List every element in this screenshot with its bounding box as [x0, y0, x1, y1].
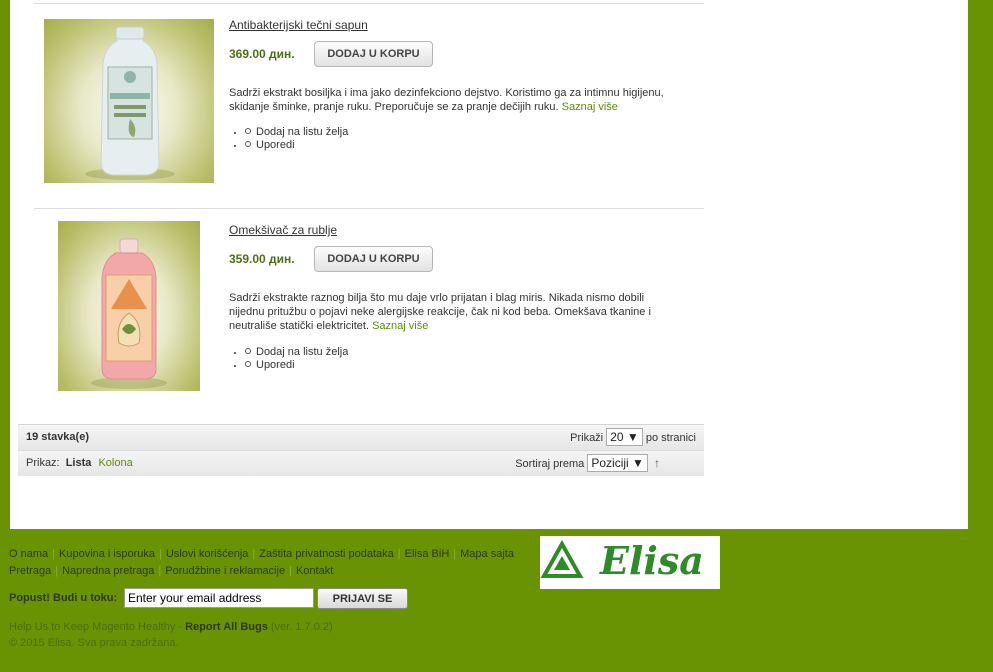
per-page-label: po stranici — [645, 432, 696, 444]
newsletter-email-input[interactable] — [124, 588, 314, 608]
item-count: 19 stavka(e) — [26, 431, 89, 443]
footer-link[interactable]: O nama — [9, 548, 48, 560]
add-to-wishlist-link[interactable]: Dodaj na listu želja — [256, 346, 348, 358]
add-to-cart-button[interactable]: DODAJ U KORPU — [314, 41, 433, 67]
footer-link[interactable]: Porudžbine i reklamacije — [165, 565, 285, 577]
limiter: Prikaži 20 ▼ po stranici — [570, 428, 696, 446]
bug-report-text: Help Us to Keep Magento Healthy - — [9, 621, 183, 633]
bug-report: Help Us to Keep Magento Healthy - Report… — [9, 621, 333, 633]
sort-direction-icon[interactable]: ↑ — [654, 456, 660, 470]
separator: | — [55, 565, 59, 577]
limiter-label: Prikaži — [570, 432, 604, 444]
footer-link[interactable]: Kontakt — [296, 565, 333, 577]
product-item: Omekšivač za rublje 359.00 дин. DODAJ U … — [34, 208, 704, 415]
logo-text: Elisa — [600, 538, 704, 583]
read-more-link[interactable]: Saznaj više — [562, 101, 618, 113]
circle-bullet-icon — [245, 128, 251, 134]
subscribe-button[interactable]: PRIJAVI SE — [317, 588, 408, 609]
limit-value: 20 — [610, 430, 624, 444]
product-name-link[interactable]: Antibakterijski tečni sapun — [229, 18, 368, 32]
list-item: Uporedi — [245, 359, 348, 372]
product-price: 369.00 дин. — [229, 47, 295, 61]
product-description: Sadrži ekstrakte raznog bilja što mu daj… — [229, 291, 669, 333]
footer-link[interactable]: Napredna pretraga — [62, 565, 154, 577]
dropdown-arrow-icon: ▼ — [632, 456, 644, 470]
view-mode-grid-link[interactable]: Kolona — [98, 457, 132, 469]
main-content-panel: Antibakterijski tečni sapun 369.00 дин. … — [10, 0, 968, 529]
list-item: Dodaj na listu želja — [245, 346, 348, 359]
pager-toolbar: 19 stavka(e) Prikaži 20 ▼ po stranici — [18, 424, 704, 450]
view-mode: Prikaz: Lista Kolona — [26, 457, 133, 469]
view-mode-label: Prikaz: — [26, 457, 60, 469]
separator: | — [159, 548, 162, 560]
sort-by-label: Sortiraj prema — [515, 458, 585, 470]
circle-bullet-icon — [245, 361, 251, 367]
product-description: Sadrži ekstrakt bosiljka i ima jako dezi… — [229, 86, 669, 114]
separator: | — [252, 548, 256, 560]
report-bugs-link[interactable]: Report All Bugs — [185, 621, 268, 633]
separator: | — [397, 548, 401, 560]
list-item: Dodaj na listu želja — [245, 126, 348, 139]
footer-link[interactable]: Zaštita privatnosti podataka — [259, 548, 394, 560]
version-text: (ver. 1.7.0.2) — [270, 621, 333, 633]
circle-bullet-icon — [245, 348, 251, 354]
separator: | — [289, 565, 292, 577]
sort-select[interactable]: Poziciji ▼ — [587, 454, 648, 472]
footer-links-row-2: Pretraga | Napredna pretraga | Porudžbine i … — [9, 563, 333, 580]
elisa-logo[interactable]: Elisa — [540, 536, 720, 589]
separator: | — [453, 548, 457, 560]
footer-link[interactable]: Uslovi korišćenja — [166, 548, 249, 560]
copyright: © 2015 Elisa. Sva prava zadržana. — [9, 637, 179, 649]
separator: | — [52, 548, 55, 560]
product-image[interactable] — [58, 221, 200, 391]
read-more-link[interactable]: Saznaj više — [372, 320, 428, 332]
product-description-text: Sadrži ekstrakte raznog bilja što mu daj… — [229, 292, 651, 332]
newsletter-label: Popust! Budi u toku: — [9, 592, 118, 604]
add-to-cart-button[interactable]: DODAJ U KORPU — [314, 246, 433, 272]
separator: | — [158, 565, 162, 577]
footer-link[interactable]: Kupovina i isporuka — [59, 548, 155, 560]
sort-value: Poziciji — [591, 456, 629, 470]
footer-links-row-1: O nama | Kupovina i isporuka | Uslovi korišć… — [9, 546, 514, 563]
product-actions-list: Dodaj na listu želja Uporedi — [229, 126, 348, 152]
compare-link[interactable]: Uporedi — [256, 139, 295, 151]
dropdown-arrow-icon: ▼ — [626, 430, 639, 444]
sort-by: Sortiraj prema Poziciji ▼ ↑ — [515, 454, 660, 472]
view-mode-list: Lista — [65, 457, 92, 469]
footer-link[interactable]: Pretraga — [9, 565, 51, 577]
list-item: Uporedi — [245, 139, 348, 152]
sort-toolbar: Prikaz: Lista Kolona Sortiraj prema Pozi… — [18, 450, 704, 476]
compare-link[interactable]: Uporedi — [256, 359, 295, 371]
product-price: 359.00 дин. — [229, 252, 295, 266]
circle-bullet-icon — [245, 141, 251, 147]
footer-link[interactable]: Elisa BiH — [405, 548, 450, 560]
product-name-link[interactable]: Omekšivač za rublje — [229, 223, 337, 237]
add-to-wishlist-link[interactable]: Dodaj na listu želja — [256, 126, 348, 138]
product-item: Antibakterijski tečni sapun 369.00 дин. … — [34, 3, 704, 209]
footer-link[interactable]: Mapa sajta — [460, 548, 514, 560]
product-actions-list: Dodaj na listu želja Uporedi — [229, 346, 348, 372]
product-image[interactable] — [44, 19, 214, 183]
limit-select[interactable]: 20 ▼ — [606, 428, 643, 446]
